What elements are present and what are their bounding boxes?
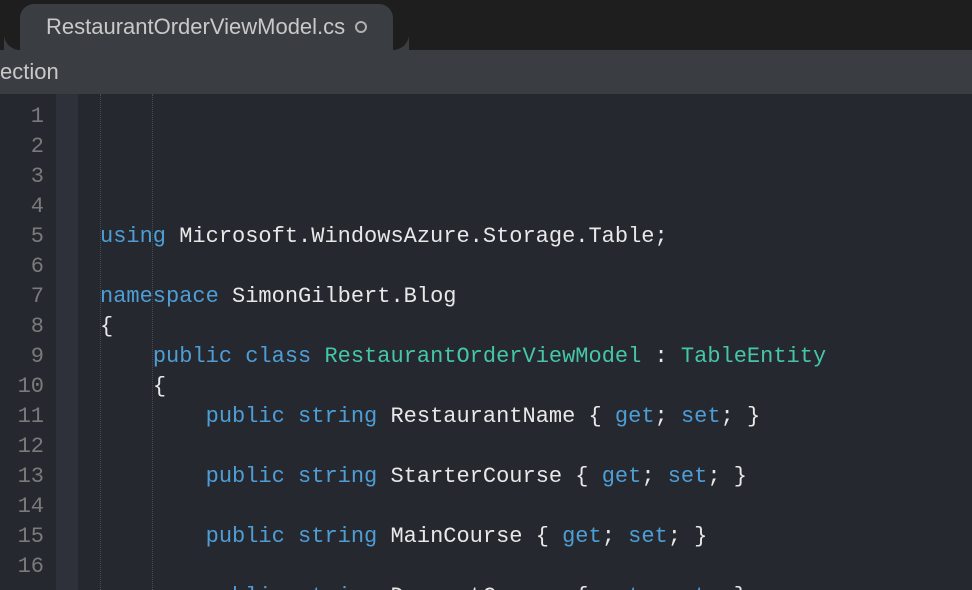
token-ws xyxy=(377,464,390,489)
token-punct: ; xyxy=(641,584,667,590)
token-ws xyxy=(311,344,324,369)
line-number-gutter: 12345678910111213141516 xyxy=(0,94,56,590)
token-kw: set xyxy=(668,584,708,590)
token-punct: : xyxy=(641,344,681,369)
token-kw: string xyxy=(298,584,377,590)
breadcrumb-bar[interactable]: ection xyxy=(0,50,972,94)
tab-filename: RestaurantOrderViewModel.cs xyxy=(46,14,345,40)
token-punct: ; } xyxy=(707,584,747,590)
token-ws xyxy=(377,404,390,429)
unsaved-indicator-icon xyxy=(355,21,367,33)
token-kw: string xyxy=(298,464,377,489)
token-kw: public xyxy=(206,464,285,489)
line-number: 3 xyxy=(0,162,44,192)
token-id: Microsoft.WindowsAzure.Storage.Table xyxy=(166,224,654,249)
line-number: 6 xyxy=(0,252,44,282)
token-typ: TableEntity xyxy=(681,344,826,369)
token-kw: string xyxy=(298,404,377,429)
token-punct: { xyxy=(100,314,113,339)
token-punct: { xyxy=(575,404,615,429)
line-number: 12 xyxy=(0,432,44,462)
code-line[interactable] xyxy=(100,552,972,582)
token-id: MainCourse xyxy=(390,524,522,549)
code-line[interactable]: { xyxy=(100,372,972,402)
token-punct: ; } xyxy=(668,524,708,549)
line-number: 2 xyxy=(0,132,44,162)
indent-guide xyxy=(100,94,101,590)
token-ws xyxy=(100,374,153,399)
token-punct: ; xyxy=(602,524,628,549)
tab-bar: RestaurantOrderViewModel.cs xyxy=(0,0,972,50)
line-number: 4 xyxy=(0,192,44,222)
token-kw: public xyxy=(206,404,285,429)
token-kw: string xyxy=(298,524,377,549)
token-punct: ; } xyxy=(707,464,747,489)
code-area[interactable]: using Microsoft.WindowsAzure.Storage.Tab… xyxy=(78,94,972,590)
token-kw: class xyxy=(245,344,311,369)
token-kw: get xyxy=(602,584,642,590)
code-line[interactable]: public string StarterCourse { get; set; … xyxy=(100,462,972,492)
token-kw: set xyxy=(681,404,721,429)
line-number: 1 xyxy=(0,102,44,132)
token-kw: get xyxy=(562,524,602,549)
line-number: 7 xyxy=(0,282,44,312)
token-ws xyxy=(285,464,298,489)
line-number: 9 xyxy=(0,342,44,372)
token-id: DessertCourse xyxy=(390,584,562,590)
token-ws xyxy=(285,404,298,429)
code-editor[interactable]: 12345678910111213141516 using Microsoft.… xyxy=(0,94,972,590)
token-kw: get xyxy=(602,464,642,489)
token-kw: public xyxy=(153,344,232,369)
token-id: RestaurantName xyxy=(390,404,575,429)
token-ws xyxy=(232,344,245,369)
code-line[interactable]: public string DessertCourse { get; set; … xyxy=(100,582,972,590)
token-kw: public xyxy=(206,524,285,549)
token-ws xyxy=(285,524,298,549)
token-kw: using xyxy=(100,224,166,249)
code-line[interactable] xyxy=(100,432,972,462)
token-punct: ; xyxy=(641,464,667,489)
token-kw: namespace xyxy=(100,284,219,309)
code-line[interactable]: public string MainCourse { get; set; } xyxy=(100,522,972,552)
code-line[interactable]: { xyxy=(100,312,972,342)
token-ws xyxy=(100,344,153,369)
token-id: StarterCourse xyxy=(390,464,562,489)
token-kw: public xyxy=(206,584,285,590)
token-punct: { xyxy=(562,584,602,590)
token-punct: { xyxy=(153,374,166,399)
indent-guide xyxy=(152,94,153,590)
token-id: SimonGilbert.Blog xyxy=(219,284,457,309)
line-number: 11 xyxy=(0,402,44,432)
token-ws xyxy=(285,584,298,590)
code-line[interactable]: namespace SimonGilbert.Blog xyxy=(100,282,972,312)
line-number: 15 xyxy=(0,522,44,552)
folding-margin[interactable] xyxy=(56,94,78,590)
line-number: 8 xyxy=(0,312,44,342)
line-number: 10 xyxy=(0,372,44,402)
token-ws xyxy=(377,524,390,549)
token-punct: ; } xyxy=(721,404,761,429)
file-tab[interactable]: RestaurantOrderViewModel.cs xyxy=(20,4,393,50)
code-line[interactable] xyxy=(100,492,972,522)
breadcrumb-segment: ection xyxy=(0,59,59,85)
token-ws xyxy=(377,584,390,590)
token-kw: set xyxy=(628,524,668,549)
token-punct: ; xyxy=(655,224,668,249)
token-kw: get xyxy=(615,404,655,429)
line-number: 14 xyxy=(0,492,44,522)
line-number: 5 xyxy=(0,222,44,252)
token-punct: ; xyxy=(655,404,681,429)
code-line[interactable]: using Microsoft.WindowsAzure.Storage.Tab… xyxy=(100,222,972,252)
token-punct: { xyxy=(562,464,602,489)
line-number: 13 xyxy=(0,462,44,492)
code-line[interactable]: public class RestaurantOrderViewModel : … xyxy=(100,342,972,372)
token-kw: set xyxy=(668,464,708,489)
code-line[interactable] xyxy=(100,252,972,282)
code-line[interactable]: public string RestaurantName { get; set;… xyxy=(100,402,972,432)
token-typ: RestaurantOrderViewModel xyxy=(324,344,641,369)
line-number: 16 xyxy=(0,552,44,582)
token-punct: { xyxy=(523,524,563,549)
